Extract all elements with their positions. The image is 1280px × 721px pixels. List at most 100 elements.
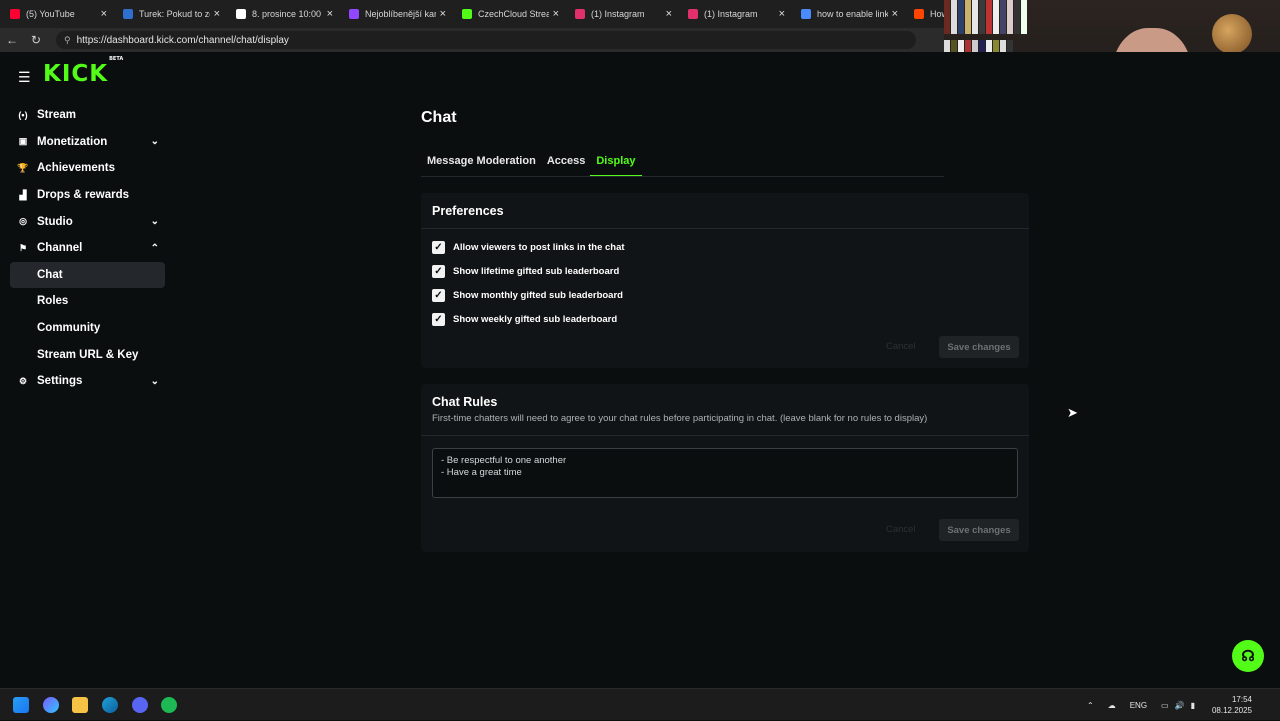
- chevron-up-icon: ⌃: [150, 242, 159, 254]
- option-allow-links[interactable]: ✓ Allow viewers to post links in the cha…: [432, 240, 625, 254]
- language-indicator[interactable]: ENG: [1130, 701, 1147, 710]
- checkbox-checked-icon[interactable]: ✓: [432, 264, 445, 278]
- tab-favicon-icon: [10, 9, 20, 19]
- browser-tab[interactable]: How: [904, 0, 944, 28]
- tab-divider: [421, 176, 944, 177]
- sidebar-item-channel[interactable]: ⚑ Channel ⌃: [10, 235, 165, 262]
- tab-access[interactable]: Access: [541, 153, 592, 177]
- close-tab-icon[interactable]: ×: [779, 8, 785, 20]
- spotify-icon[interactable]: [161, 697, 177, 713]
- close-tab-icon[interactable]: ×: [440, 8, 446, 20]
- chevron-up-icon[interactable]: ⌃: [1087, 701, 1094, 710]
- volume-icon[interactable]: 🔊: [1175, 701, 1185, 710]
- checkbox-checked-icon[interactable]: ✓: [432, 240, 445, 254]
- tab-favicon-icon: [575, 9, 585, 19]
- browser-tab[interactable]: 8. prosince 10:00 - St ×: [226, 0, 339, 28]
- browser-tab[interactable]: (1) Instagram ×: [678, 0, 791, 28]
- browser-tab-label: Nejoblíbenější kanály: [365, 9, 436, 19]
- browser-tab[interactable]: Turek: Pokud to zdra ×: [113, 0, 226, 28]
- checkbox-checked-icon[interactable]: ✓: [432, 288, 445, 302]
- tab-display[interactable]: Display: [590, 153, 642, 177]
- address-bar: ← ↻ ⚲ https://dashboard.kick.com/channel…: [0, 28, 944, 52]
- chat-tabs: Message Moderation Access Display: [421, 153, 642, 177]
- sidebar-item-roles[interactable]: Roles: [10, 288, 165, 315]
- edge-browser-icon[interactable]: [102, 697, 118, 713]
- kick-logo[interactable]: KICKBETA: [43, 56, 123, 87]
- windows-start-icon[interactable]: [13, 697, 29, 713]
- mouse-cursor-icon: ➤: [1067, 405, 1078, 420]
- browser-tab[interactable]: (5) YouTube ×: [0, 0, 113, 28]
- sidebar-item-stream[interactable]: (•) Stream: [10, 102, 165, 129]
- monetization-icon: ▣: [18, 136, 28, 147]
- divider: [421, 435, 1029, 436]
- url-text: https://dashboard.kick.com/channel/chat/…: [76, 34, 289, 46]
- tab-favicon-icon: [462, 9, 472, 19]
- save-changes-button[interactable]: Save changes: [939, 336, 1019, 358]
- network-icon[interactable]: ▭: [1161, 701, 1169, 710]
- discord-icon[interactable]: [132, 697, 148, 713]
- cancel-button[interactable]: Cancel: [886, 524, 916, 535]
- copilot-icon[interactable]: [43, 697, 59, 713]
- lock-icon: ⚲: [64, 34, 71, 45]
- browser-tab[interactable]: (1) Instagram ×: [565, 0, 678, 28]
- bookshelf-image: [944, 0, 1028, 34]
- close-tab-icon[interactable]: ×: [327, 8, 333, 20]
- support-chat-button[interactable]: ☊: [1232, 640, 1264, 672]
- close-tab-icon[interactable]: ×: [101, 8, 107, 20]
- browser-tab-label: how to enable links i: [817, 9, 888, 19]
- file-explorer-icon[interactable]: [72, 697, 88, 713]
- sidebar-nav: (•) Stream ▣ Monetization ⌄ 🏆 Achievemen…: [10, 102, 165, 395]
- checkbox-checked-icon[interactable]: ✓: [432, 312, 445, 326]
- browser-tab[interactable]: Nejoblíbenější kanály ×: [339, 0, 452, 28]
- chat-rules-title: Chat Rules: [432, 395, 498, 409]
- browser-tab[interactable]: CzechCloud Stream - ×: [452, 0, 565, 28]
- sidebar-item-community[interactable]: Community: [10, 315, 165, 342]
- cloud-icon[interactable]: ☁: [1108, 701, 1116, 710]
- close-tab-icon[interactable]: ×: [553, 8, 559, 20]
- windows-taskbar: ⌃ ☁ ENG ▭ 🔊 ▮ 17:54 08.12.2025: [0, 688, 1280, 720]
- back-icon[interactable]: ←: [0, 33, 24, 47]
- divider: [421, 228, 1029, 229]
- option-lifetime-leaderboard[interactable]: ✓ Show lifetime gifted sub leaderboard: [432, 264, 619, 278]
- tab-message-moderation[interactable]: Message Moderation: [421, 153, 542, 177]
- system-clock[interactable]: 17:54 08.12.2025: [1212, 694, 1252, 716]
- option-weekly-leaderboard[interactable]: ✓ Show weekly gifted sub leaderboard: [432, 312, 617, 326]
- browser-tab-label: 8. prosince 10:00 - St: [252, 9, 323, 19]
- chevron-down-icon: ⌄: [150, 375, 159, 387]
- save-changes-button[interactable]: Save changes: [939, 519, 1019, 541]
- close-tab-icon[interactable]: ×: [214, 8, 220, 20]
- option-monthly-leaderboard[interactable]: ✓ Show monthly gifted sub leaderboard: [432, 288, 623, 302]
- sidebar-item-settings[interactable]: ⚙ Settings ⌄: [10, 368, 165, 395]
- sidebar-item-monetization[interactable]: ▣ Monetization ⌄: [10, 129, 165, 156]
- headset-icon: ☊: [1241, 648, 1255, 665]
- tab-favicon-icon: [688, 9, 698, 19]
- browser-tab-label: (1) Instagram: [704, 9, 758, 19]
- tab-favicon-icon: [801, 9, 811, 19]
- studio-icon: ◎: [19, 216, 27, 227]
- browser-tab-strip: (5) YouTube×Turek: Pokud to zdra×8. pros…: [0, 0, 944, 28]
- browser-tab-label: (1) Instagram: [591, 9, 645, 19]
- sidebar-item-chat[interactable]: Chat: [10, 261, 165, 289]
- chevron-down-icon: ⌄: [150, 136, 159, 148]
- channel-icon: ⚑: [18, 242, 28, 253]
- browser-tab[interactable]: how to enable links i ×: [791, 0, 904, 28]
- sidebar-item-drops[interactable]: ▟ Drops & rewards: [10, 182, 165, 209]
- sidebar-item-achievements[interactable]: 🏆 Achievements: [10, 155, 165, 182]
- system-tray: ⌃ ☁ ENG ▭ 🔊 ▮: [1087, 689, 1195, 721]
- chat-rules-card: Chat Rules First-time chatters will need…: [421, 384, 1029, 552]
- cancel-button[interactable]: Cancel: [886, 341, 916, 352]
- url-field[interactable]: ⚲ https://dashboard.kick.com/channel/cha…: [56, 31, 916, 49]
- chat-rules-textarea[interactable]: - Be respectful to one another - Have a …: [432, 448, 1018, 498]
- browser-tab-label: Turek: Pokud to zdra: [139, 9, 210, 19]
- preferences-title: Preferences: [432, 204, 504, 218]
- preferences-card: Preferences ✓ Allow viewers to post link…: [421, 193, 1029, 368]
- trophy-icon: 🏆: [17, 162, 29, 173]
- menu-icon[interactable]: ☰: [18, 69, 31, 86]
- tab-favicon-icon: [914, 9, 924, 19]
- battery-icon[interactable]: ▮: [1191, 701, 1195, 710]
- sidebar-item-stream-url-key[interactable]: Stream URL & Key: [10, 341, 165, 368]
- sidebar-item-studio[interactable]: ◎ Studio ⌄: [10, 208, 165, 235]
- reload-icon[interactable]: ↻: [24, 33, 48, 47]
- close-tab-icon[interactable]: ×: [892, 8, 898, 20]
- close-tab-icon[interactable]: ×: [666, 8, 672, 20]
